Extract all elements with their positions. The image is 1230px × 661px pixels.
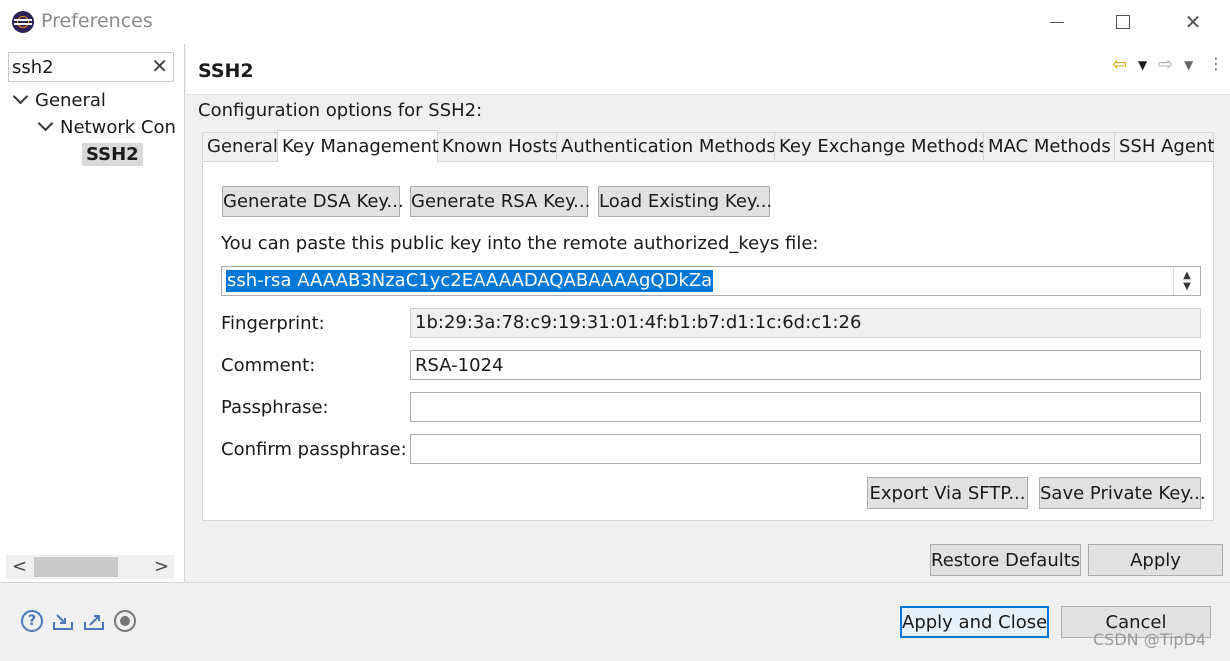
confirm-passphrase-field[interactable] bbox=[410, 434, 1201, 464]
tree-item-general[interactable]: General bbox=[12, 88, 106, 111]
forward-history-dropdown-icon[interactable]: ▼ bbox=[1184, 58, 1193, 72]
comment-field[interactable] bbox=[410, 350, 1201, 380]
import-preferences-icon[interactable] bbox=[52, 610, 74, 632]
apply-and-close-button[interactable]: Apply and Close bbox=[900, 606, 1049, 638]
tree-item-label: General bbox=[35, 90, 106, 111]
passphrase-field[interactable] bbox=[410, 392, 1201, 422]
fingerprint-value: 1b:29:3a:78:c9:19:31:01:4f:b1:b7:d1:1c:6… bbox=[410, 308, 1201, 338]
restore-defaults-button[interactable]: Restore Defaults bbox=[930, 544, 1081, 576]
fingerprint-label: Fingerprint: bbox=[221, 313, 325, 334]
tab-general[interactable]: General bbox=[202, 132, 278, 160]
forward-arrow-icon[interactable]: ⇨ bbox=[1158, 54, 1173, 75]
comment-label: Comment: bbox=[221, 355, 316, 376]
close-icon: ✕ bbox=[1184, 10, 1202, 34]
filter-input[interactable] bbox=[12, 55, 148, 79]
tab-authentication-methods[interactable]: Authentication Methods bbox=[556, 132, 776, 160]
record-macro-icon[interactable] bbox=[114, 610, 136, 632]
scroll-down-icon[interactable]: ▼ bbox=[1183, 281, 1191, 292]
public-key-text[interactable]: ssh-rsa AAAAB3NzaC1yc2EAAAADAQABAAAAgQDk… bbox=[226, 270, 714, 292]
back-arrow-icon[interactable]: ⇦ bbox=[1112, 54, 1127, 75]
tab-known-hosts[interactable]: Known Hosts bbox=[437, 132, 558, 160]
apply-button[interactable]: Apply bbox=[1088, 544, 1223, 576]
scrollbar-thumb[interactable] bbox=[34, 557, 118, 577]
more-options-icon[interactable]: ⋮ bbox=[1208, 54, 1224, 73]
chevron-down-icon[interactable] bbox=[12, 88, 29, 105]
scroll-right-icon[interactable]: > bbox=[154, 556, 169, 577]
chevron-down-icon[interactable] bbox=[37, 115, 54, 132]
tab-key-management[interactable]: Key Management bbox=[277, 130, 439, 162]
help-icon[interactable]: ? bbox=[21, 610, 43, 632]
save-private-key-button[interactable]: Save Private Key... bbox=[1039, 477, 1206, 509]
filter-box: ✕ bbox=[8, 52, 174, 82]
load-existing-key-button[interactable]: Load Existing Key... bbox=[598, 186, 772, 217]
tree-item-label: Network Con bbox=[60, 117, 176, 138]
generate-dsa-key-button[interactable]: Generate DSA Key... bbox=[222, 186, 404, 217]
scroll-up-icon[interactable]: ▲ bbox=[1183, 270, 1191, 281]
export-preferences-icon[interactable] bbox=[83, 610, 105, 632]
page-title: SSH2 bbox=[198, 60, 254, 82]
tab-ssh-agent[interactable]: SSH Agent bbox=[1114, 132, 1214, 160]
minimize-button[interactable] bbox=[1034, 0, 1080, 44]
back-history-dropdown-icon[interactable]: ▼ bbox=[1138, 58, 1147, 72]
confirm-passphrase-label: Confirm passphrase: bbox=[221, 439, 407, 460]
page-description: Configuration options for SSH2: bbox=[198, 100, 483, 121]
tree-item-network-connections[interactable]: Network Con bbox=[37, 115, 176, 138]
tree-item-ssh2[interactable]: SSH2 bbox=[82, 143, 143, 166]
textarea-scroll-spinner[interactable]: ▲ ▼ bbox=[1173, 267, 1200, 295]
eclipse-app-icon bbox=[12, 11, 34, 33]
minimize-icon bbox=[1050, 21, 1064, 23]
generate-rsa-key-button[interactable]: Generate RSA Key... bbox=[410, 186, 590, 217]
footer-divider bbox=[0, 582, 1230, 583]
passphrase-label: Passphrase: bbox=[221, 397, 329, 418]
maximize-button[interactable] bbox=[1100, 0, 1146, 44]
tab-mac-methods[interactable]: MAC Methods bbox=[983, 132, 1115, 160]
preferences-tree-pane: ✕ General Network Con SSH2 < > bbox=[0, 44, 185, 582]
scroll-left-icon[interactable]: < bbox=[12, 556, 27, 577]
clear-filter-icon[interactable]: ✕ bbox=[151, 54, 168, 78]
watermark-text: CSDN @TipD4 bbox=[1093, 630, 1207, 649]
window-title: Preferences bbox=[41, 10, 153, 32]
close-button[interactable]: ✕ bbox=[1170, 0, 1216, 44]
page-header bbox=[186, 44, 1230, 95]
maximize-icon bbox=[1116, 15, 1130, 29]
public-key-hint: You can paste this public key into the r… bbox=[221, 233, 819, 254]
export-via-sftp-button[interactable]: Export Via SFTP... bbox=[867, 477, 1028, 509]
public-key-textarea[interactable]: ssh-rsa AAAAB3NzaC1yc2EAAAADAQABAAAAgQDk… bbox=[221, 266, 1201, 296]
horizontal-scrollbar[interactable]: < > bbox=[6, 555, 174, 579]
tab-key-exchange-methods[interactable]: Key Exchange Methods bbox=[774, 132, 988, 160]
